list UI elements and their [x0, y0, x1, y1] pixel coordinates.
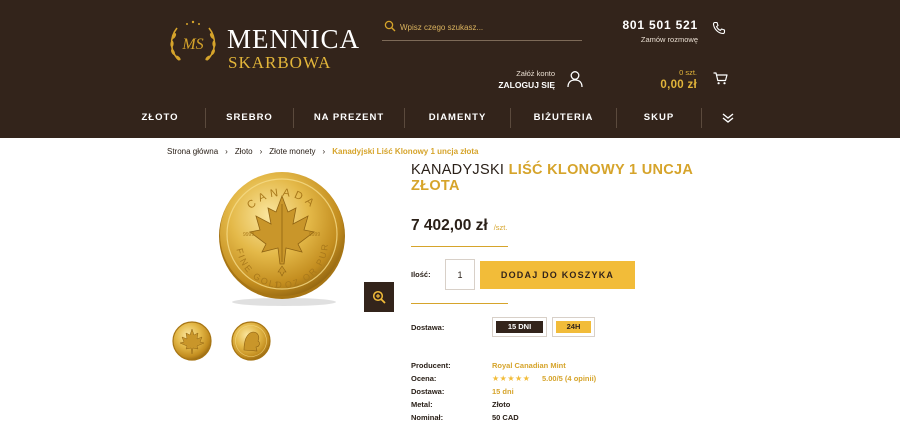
spec-key: Dostawa:	[411, 387, 445, 396]
nav-item-na-prezent[interactable]: NA PREZENT	[294, 106, 404, 130]
breadcrumb-current: Kanadyjski Liść Klonowy 1 uncja złota	[332, 147, 479, 156]
mini-cart[interactable]: 0 szt. 0,00 zł	[620, 68, 697, 91]
search-input[interactable]	[400, 19, 580, 35]
spec-key: Nominał:	[411, 413, 444, 422]
site-header: MS MENNICA SKARBOWA 801 501 521 Zamów ro…	[0, 0, 900, 138]
spec-value: 50 CAD	[492, 413, 519, 422]
coin-purity-left: 9999	[243, 232, 254, 238]
add-to-cart-button[interactable]: DODAJ DO KOSZYKA	[480, 261, 635, 289]
spec-producer-link[interactable]: Royal Canadian Mint	[492, 361, 566, 370]
breadcrumb-separator-icon: ›	[322, 147, 326, 156]
zoom-in-icon[interactable]	[372, 290, 386, 304]
phone-contact[interactable]: 801 501 521 Zamów rozmowę	[622, 18, 698, 44]
logo-wordmark-bottom: SKARBOWA	[228, 53, 332, 72]
logo-monogram: MS	[181, 36, 203, 53]
logo-wordmark-top: MENNICA	[227, 24, 360, 54]
rating-stars-icon: ★★★★★	[492, 374, 531, 383]
thumbnail-reverse[interactable]	[171, 320, 213, 362]
search-icon[interactable]	[384, 20, 396, 32]
register-link[interactable]: Załóż konto	[490, 69, 555, 78]
nav-item-skup[interactable]: SKUP	[617, 106, 701, 130]
spec-value: Złoto	[492, 400, 511, 409]
breadcrumb-home[interactable]: Strona główna	[167, 147, 218, 156]
phone-icon[interactable]	[712, 21, 726, 35]
product-main-image[interactable]: CANADA 9999 9999 FINE GOLD 1 OZ OR PUR	[212, 168, 352, 308]
account-link[interactable]: Załóż konto ZALOGUJ SIĘ	[490, 69, 555, 90]
spec-value: 15 dni	[492, 387, 514, 396]
nav-item-bizuteria[interactable]: BIŻUTERIA	[511, 106, 616, 130]
login-link[interactable]: ZALOGUJ SIĘ	[490, 80, 555, 90]
laurel-emblem-icon: MS	[170, 20, 216, 61]
spec-key: Producent:	[411, 361, 451, 370]
nav-item-zloto[interactable]: ZŁOTO	[115, 106, 205, 130]
divider	[411, 246, 508, 247]
breadcrumb-separator-icon: ›	[225, 147, 228, 156]
price-unit: /szt.	[493, 223, 508, 232]
breadcrumb-gold[interactable]: Złoto	[235, 147, 253, 156]
rating-reviews-link[interactable]: 5.00/5 (4 opinii)	[542, 374, 596, 383]
double-chevron-down-icon[interactable]	[721, 113, 735, 123]
coin-purity-right: 9999	[309, 232, 320, 238]
phone-number[interactable]: 801 501 521	[622, 18, 698, 32]
breadcrumb-separator-icon: ›	[259, 147, 263, 156]
quantity-input[interactable]	[445, 259, 475, 290]
delivery-option-label: 24H	[556, 321, 591, 333]
nav-item-srebro[interactable]: SREBRO	[206, 106, 293, 130]
quantity-label: Ilość:	[411, 270, 431, 279]
site-logo[interactable]: MS MENNICA SKARBOWA	[165, 16, 365, 76]
spec-key: Ocena:	[411, 374, 437, 383]
cart-item-count: 0 szt.	[679, 68, 697, 77]
product-title-prefix: KANADYJSKI	[411, 162, 509, 178]
delivery-option-15-days[interactable]: 15 DNI	[492, 317, 547, 337]
thumbnail-obverse[interactable]	[230, 320, 272, 362]
price-value: 7 402,00 zł	[411, 217, 488, 234]
delivery-option-24h[interactable]: 24H	[552, 317, 595, 337]
cart-icon[interactable]	[713, 72, 728, 85]
product-title: KANADYJSKI LIŚĆ KLONOWY 1 UNCJA ZŁOTA	[411, 162, 711, 194]
user-icon[interactable]	[566, 70, 584, 88]
spec-key: Metal:	[411, 400, 433, 409]
product-price: 7 402,00 zł/szt.	[411, 217, 507, 235]
nav-more-toggle[interactable]	[702, 113, 754, 123]
delivery-option-label: 15 DNI	[496, 321, 543, 333]
cart-total: 0,00 zł	[660, 79, 697, 91]
request-call-link[interactable]: Zamów rozmowę	[622, 35, 698, 44]
breadcrumb: Strona główna › Złoto › Złote monety › K…	[167, 147, 478, 156]
divider	[411, 303, 508, 304]
search-bar	[382, 18, 582, 41]
main-navigation: ZŁOTO SREBRO NA PREZENT DIAMENTY BIŻUTER…	[115, 106, 755, 130]
breadcrumb-gold-coins[interactable]: Złote monety	[269, 147, 315, 156]
zoom-button[interactable]	[364, 282, 394, 312]
nav-item-diamenty[interactable]: DIAMENTY	[405, 106, 510, 130]
delivery-label: Dostawa:	[411, 323, 445, 332]
